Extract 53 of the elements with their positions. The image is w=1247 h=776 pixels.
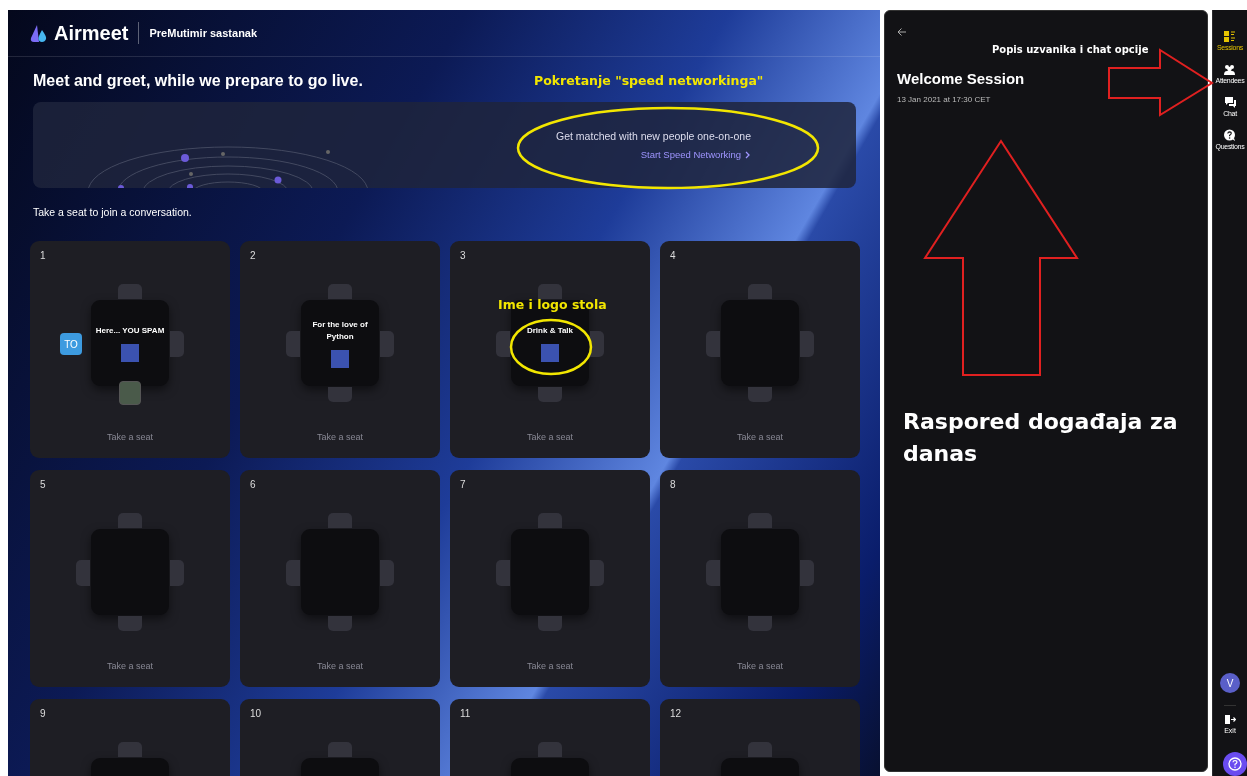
annotation-label: Popis uzvanika i chat opcije: [992, 44, 1149, 55]
table-number: 12: [670, 708, 682, 719]
table-number: 6: [250, 479, 256, 490]
drop-logo-icon: [30, 23, 48, 43]
take-seat-label: Take a seat: [317, 432, 363, 442]
take-seat-label: Take a seat: [107, 432, 153, 442]
table-card[interactable]: 1 Here... YOU SPAM TO Take a seat: [30, 241, 230, 458]
people-icon: [1223, 63, 1237, 76]
back-arrow-icon: [897, 27, 907, 37]
take-seat-label: Take a seat: [527, 661, 573, 671]
table-number: 8: [670, 479, 676, 490]
session-date: 13 Jan 2021 at 17:30 CET: [897, 95, 992, 104]
take-seat-label: Take a seat: [737, 432, 783, 442]
table-card[interactable]: 10: [240, 699, 440, 776]
chat-icon: [1223, 96, 1237, 109]
photo-placeholder[interactable]: [119, 381, 141, 405]
help-icon: [1228, 757, 1242, 771]
exit-door-icon: [1224, 714, 1236, 725]
table-number: 9: [40, 708, 46, 719]
annotation-label: Ime i logo stola: [498, 297, 607, 312]
take-seat-label: Take a seat: [527, 432, 573, 442]
chevron-right-icon: [745, 150, 751, 159]
schedule-icon: [1223, 30, 1237, 43]
table-name: Drink & Talk: [525, 324, 575, 337]
table-number: 10: [250, 708, 262, 719]
brand-name: Airmeet: [54, 21, 129, 45]
table-number: 5: [40, 479, 46, 490]
table-name: For the love of Python: [311, 318, 369, 343]
session-title: Welcome Session: [897, 70, 1026, 87]
table-number: 3: [460, 250, 466, 261]
table-number: 1: [40, 250, 46, 261]
take-seat-label: Take a seat: [737, 661, 783, 671]
annotation-label: Raspored događaja za danas: [903, 408, 1179, 468]
event-name: PreMutimir sastanak: [149, 27, 258, 39]
seat-icon[interactable]: [590, 331, 604, 357]
table-number: 7: [460, 479, 466, 490]
table-card[interactable]: 11: [450, 699, 650, 776]
help-button[interactable]: [1223, 752, 1247, 776]
take-seat-label: Take a seat: [317, 661, 363, 671]
annotation-label: Pokretanje "speed networkinga": [534, 73, 764, 88]
headline: Meet and greet, while we prepare to go live.: [33, 72, 363, 90]
start-speed-networking-link[interactable]: Start Speed Networking: [640, 149, 751, 160]
banner-text: Get matched with new people one-on-one: [556, 130, 751, 142]
table-name: Here... YOU SPAM: [95, 324, 165, 337]
instruction-text: Take a seat to join a conversation.: [33, 206, 193, 218]
question-icon: [1223, 129, 1237, 142]
user-avatar[interactable]: V: [1220, 673, 1240, 693]
table-number: 2: [250, 250, 256, 261]
table-card[interactable]: 12: [660, 699, 860, 776]
take-seat-label: Take a seat: [107, 661, 153, 671]
table-card[interactable]: 9: [30, 699, 230, 776]
table-number: 4: [670, 250, 676, 261]
table-number: 11: [460, 708, 471, 719]
